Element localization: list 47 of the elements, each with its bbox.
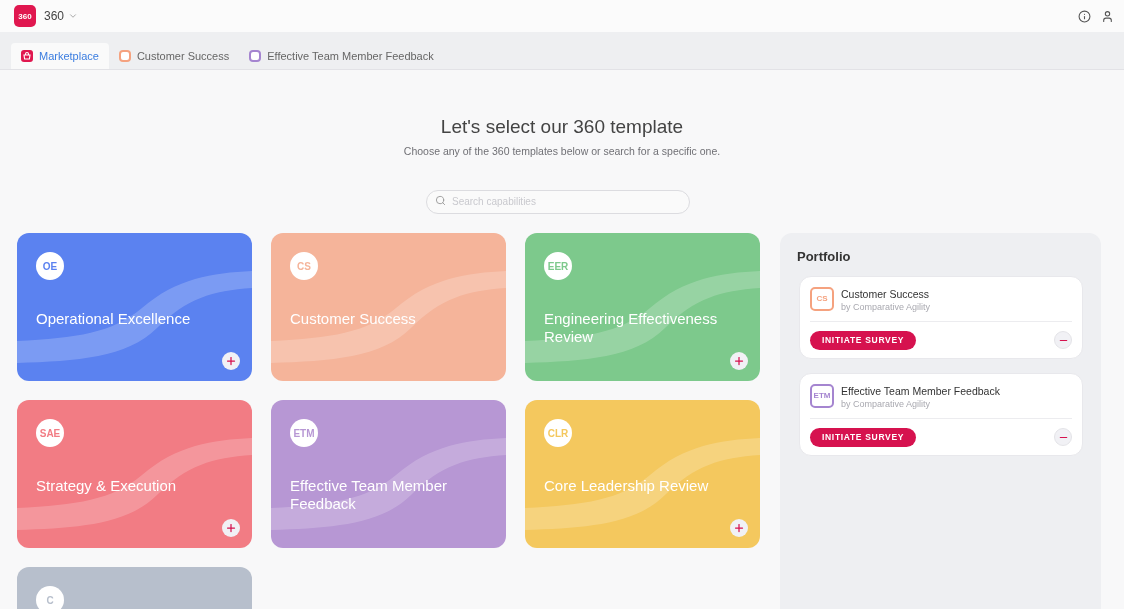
add-button[interactable] bbox=[730, 352, 748, 370]
initiate-survey-button[interactable]: INITIATE SURVEY bbox=[810, 427, 917, 447]
template-title: Operational Excellence bbox=[36, 310, 192, 328]
app-logo[interactable]: 360 bbox=[14, 5, 36, 27]
remove-button[interactable] bbox=[1054, 428, 1072, 446]
add-button[interactable] bbox=[222, 352, 240, 370]
plus-icon bbox=[733, 355, 745, 367]
shop-icon bbox=[21, 50, 33, 62]
template-card[interactable]: ETM Effective Team Member Feedback bbox=[271, 400, 506, 548]
portfolio-heading: Portfolio bbox=[797, 248, 852, 266]
info-icon[interactable] bbox=[1078, 9, 1091, 23]
portfolio-title: Effective Team Member Feedback bbox=[841, 384, 1000, 398]
template-badge: ETM bbox=[810, 383, 834, 408]
template-badge: CLR bbox=[544, 419, 572, 447]
page-subtitle: Choose any of the 360 templates below or search for a specific one. bbox=[402, 144, 722, 158]
template-badge: SAE bbox=[36, 419, 64, 447]
user-icon[interactable] bbox=[1101, 9, 1114, 23]
template-title: Strategy & Execution bbox=[36, 477, 178, 495]
template-title: Customer Success bbox=[290, 310, 417, 328]
template-badge: CS bbox=[810, 286, 834, 311]
portfolio-byline: by Comparative Agility bbox=[841, 300, 931, 313]
add-button[interactable] bbox=[730, 519, 748, 537]
template-badge: C bbox=[36, 586, 64, 609]
initiate-survey-button[interactable]: INITIATE SURVEY bbox=[810, 330, 917, 350]
template-badge: OE bbox=[36, 252, 64, 280]
app-switcher[interactable]: 360 bbox=[44, 7, 79, 25]
remove-button[interactable] bbox=[1054, 331, 1072, 349]
plus-icon bbox=[225, 522, 237, 534]
template-title: Effective Team Member Feedback bbox=[290, 477, 448, 513]
tab[interactable]: Effective Team Member Feedback bbox=[239, 43, 444, 69]
page-title: Let's select our 360 template bbox=[439, 115, 685, 139]
plus-icon bbox=[733, 522, 745, 534]
plus-icon bbox=[225, 355, 237, 367]
template-badge: ETM bbox=[290, 419, 318, 447]
template-title: Engineering Effectiveness Review bbox=[544, 310, 719, 346]
portfolio-title: Customer Success bbox=[841, 287, 931, 301]
template-badge: CS bbox=[290, 252, 318, 280]
portfolio-byline: by Comparative Agility bbox=[841, 397, 932, 410]
template-card[interactable]: OE Operational Excellence bbox=[17, 233, 252, 381]
chevron-down-icon bbox=[68, 11, 79, 21]
template-card[interactable]: SAE Strategy & Execution bbox=[17, 400, 252, 548]
search-icon bbox=[435, 194, 446, 206]
template-badge: EER bbox=[544, 252, 572, 280]
add-button[interactable] bbox=[222, 519, 240, 537]
tab[interactable]: Marketplace bbox=[11, 43, 109, 69]
tab[interactable]: Customer Success bbox=[108, 43, 240, 69]
template-title: Core Leadership Review bbox=[544, 477, 710, 495]
